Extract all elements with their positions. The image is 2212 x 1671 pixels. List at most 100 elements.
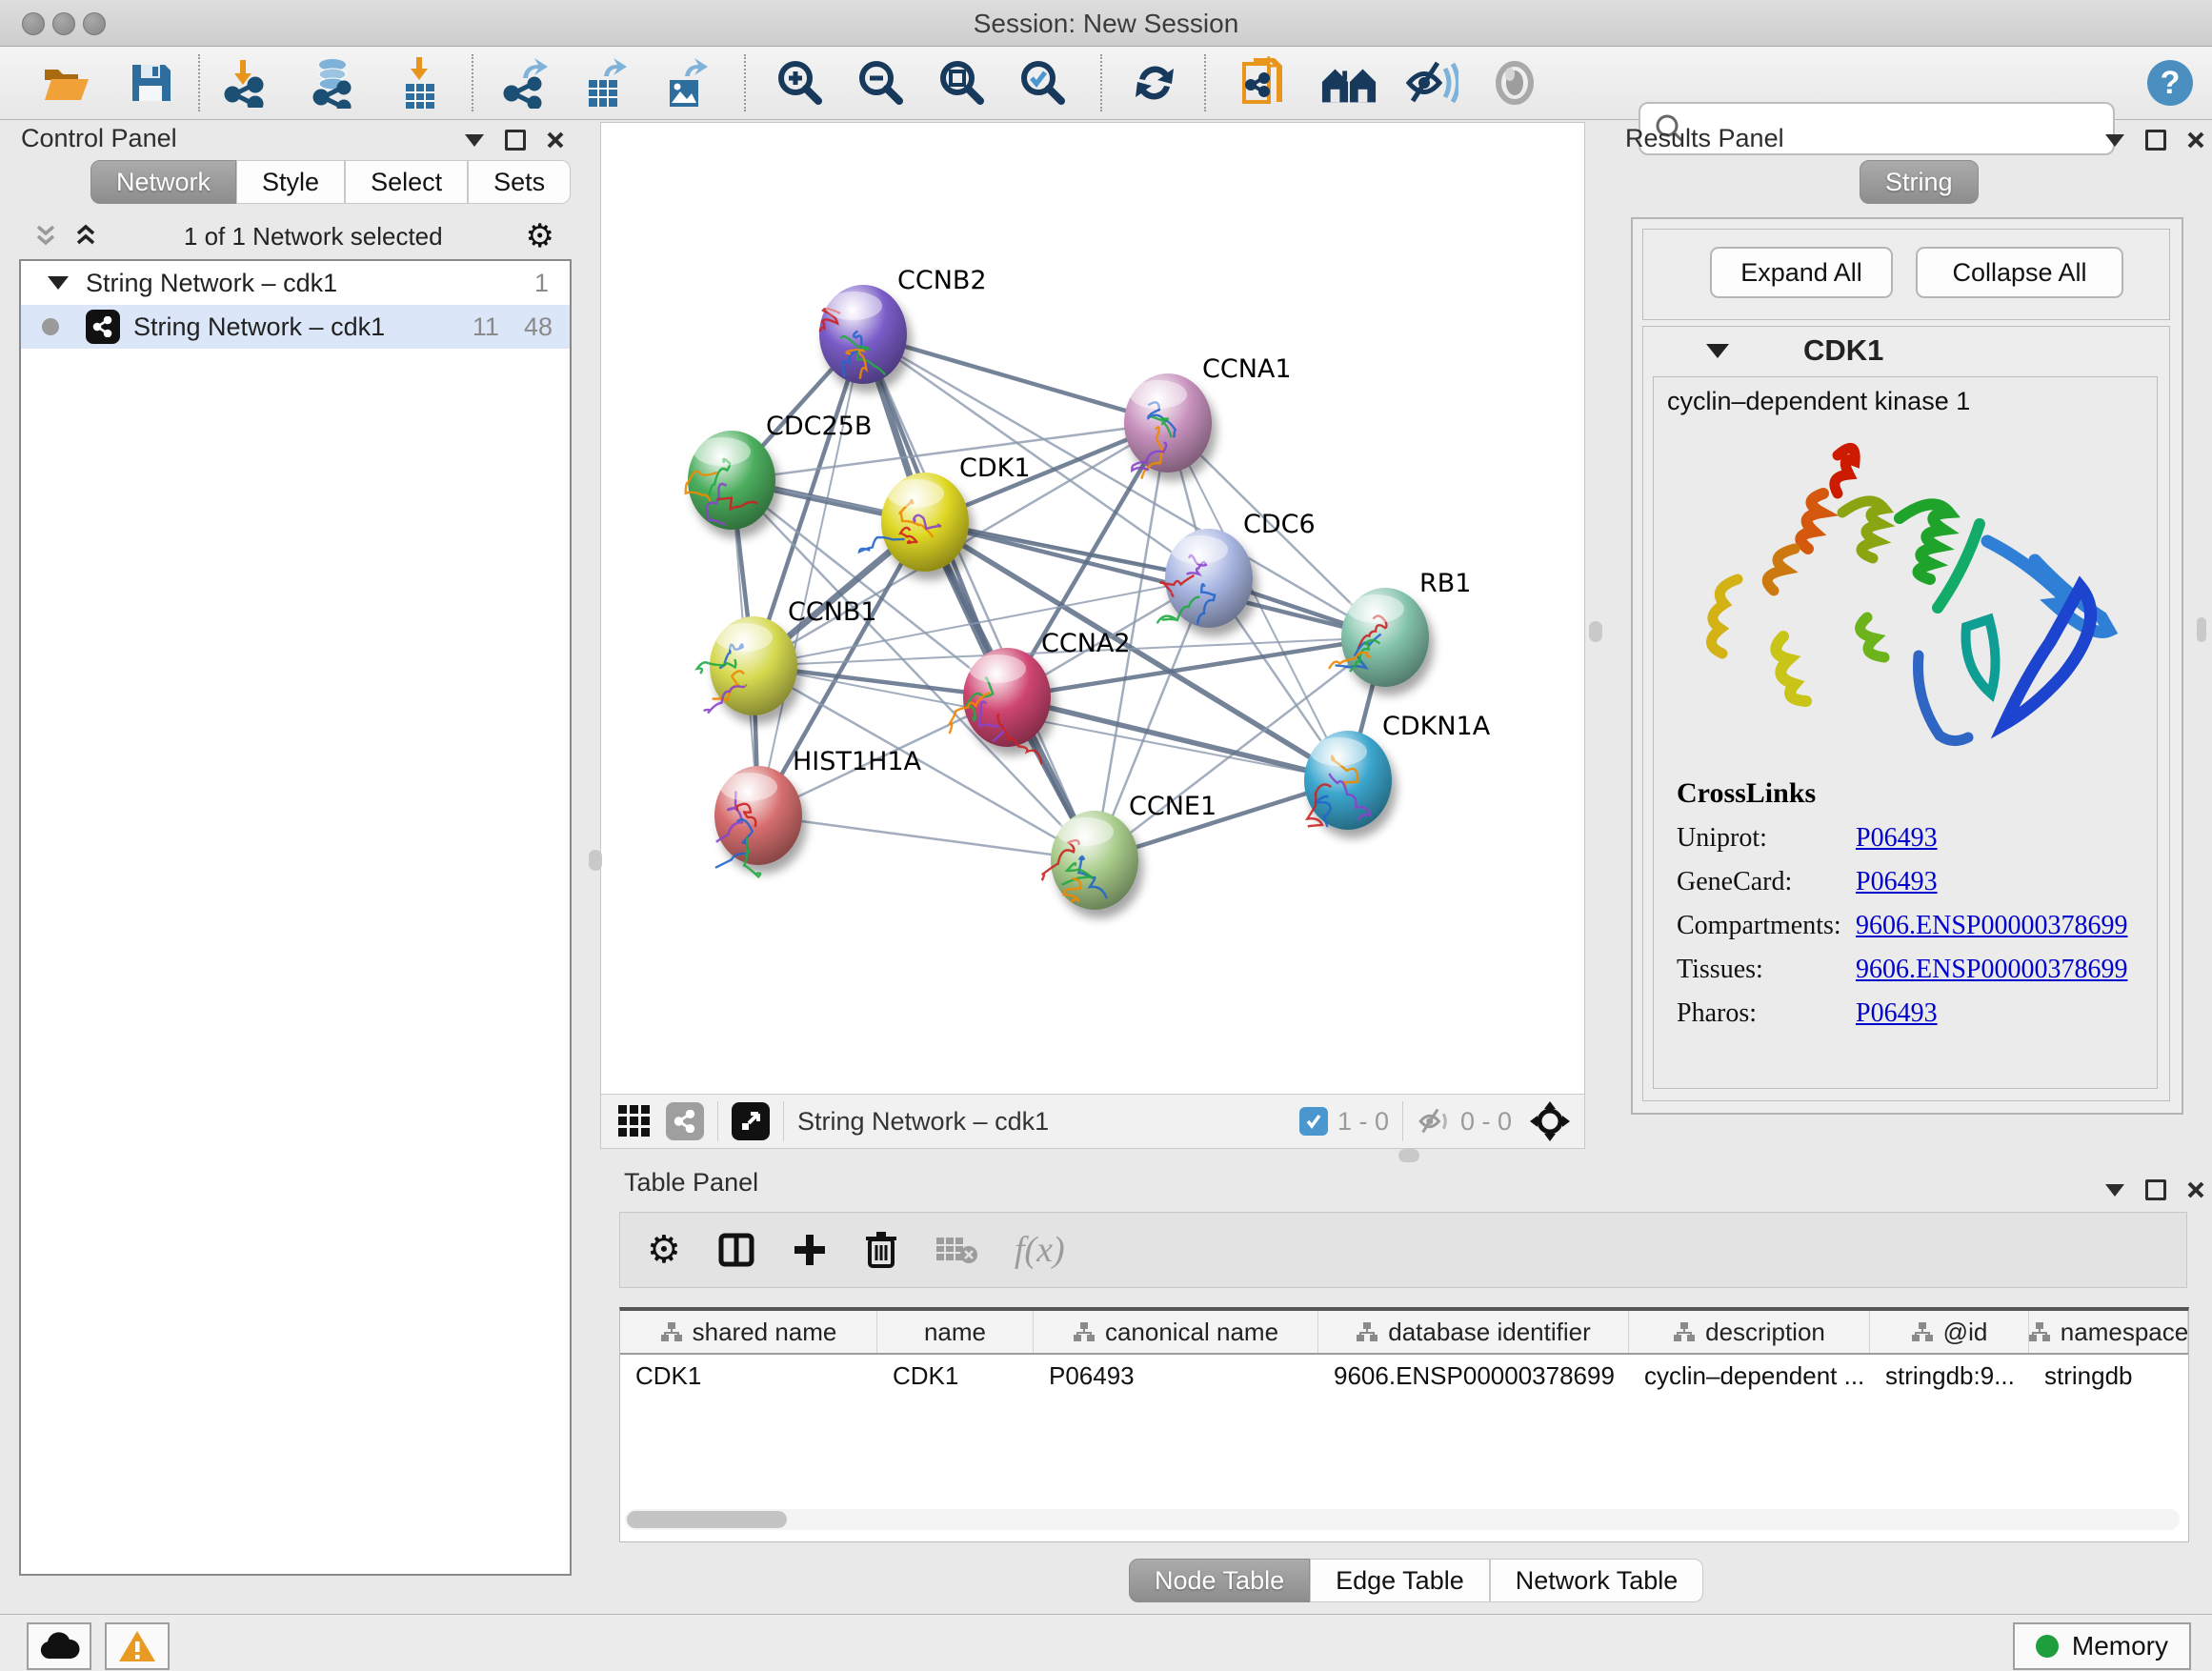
clone-network-button[interactable] <box>1235 56 1292 110</box>
save-session-button[interactable] <box>122 56 179 110</box>
gray-eye-button[interactable] <box>1486 56 1543 110</box>
export-image-button[interactable] <box>659 56 716 110</box>
birdseye-icon[interactable] <box>1529 1100 1571 1142</box>
expand-all-button[interactable]: Expand All <box>1710 247 1893 298</box>
node-CCNA1[interactable]: CCNA1 <box>1124 354 1292 479</box>
section-expander-icon[interactable] <box>1706 344 1729 358</box>
tab-sets[interactable]: Sets <box>468 160 571 204</box>
tab-style[interactable]: Style <box>236 160 345 204</box>
zoom-out-button[interactable] <box>853 56 910 110</box>
string-results-box: Expand All Collapse All CDK1 cyclin–depe… <box>1631 217 2183 1115</box>
left-splitter-handle[interactable] <box>589 850 602 871</box>
table-options-gear-icon[interactable]: ⚙ <box>647 1228 681 1272</box>
network-collection-row[interactable]: String Network – cdk1 1 <box>21 261 570 305</box>
open-session-button[interactable] <box>38 56 95 110</box>
table-cell[interactable]: CDK1 <box>620 1355 877 1397</box>
import-network-from-file-button[interactable] <box>217 56 274 110</box>
help-button[interactable]: ? <box>2142 56 2199 110</box>
table-cell[interactable]: P06493 <box>1034 1355 1318 1397</box>
network-options-gear-icon[interactable]: ⚙ <box>526 217 554 255</box>
node-CDC25B[interactable]: CDC25B <box>686 412 873 530</box>
float-panel-icon[interactable] <box>2145 1179 2166 1200</box>
network-row-selected[interactable]: String Network – cdk1 11 48 <box>21 305 570 349</box>
home-button[interactable] <box>1320 56 1377 110</box>
column-header-namespace[interactable]: namespace <box>2029 1311 2188 1353</box>
dock-menu-icon[interactable] <box>465 134 484 147</box>
edge-HIST1H1A-CCNE1[interactable] <box>758 815 1095 860</box>
crosslink-link[interactable]: P06493 <box>1856 998 1938 1029</box>
node-CDC6[interactable]: CDC6 <box>1157 510 1316 628</box>
export-network-button[interactable] <box>497 56 554 110</box>
float-panel-icon[interactable] <box>505 130 526 151</box>
node-HIST1H1A[interactable]: HIST1H1A <box>714 747 922 876</box>
tab-select[interactable]: Select <box>345 160 468 204</box>
tab-node-table[interactable]: Node Table <box>1129 1559 1310 1602</box>
collapse-all-button[interactable]: Collapse All <box>1916 247 2123 298</box>
collapse-all-icon[interactable] <box>32 224 61 249</box>
edge-CCNB2-HIST1H1A[interactable] <box>758 334 863 815</box>
refresh-button[interactable] <box>1126 56 1183 110</box>
table-row[interactable]: CDK1CDK1P064939606.ENSP00000378699cyclin… <box>620 1355 2188 1397</box>
expand-all-icon[interactable] <box>72 224 101 249</box>
tab-network-table[interactable]: Network Table <box>1490 1559 1704 1602</box>
zoom-fit-button[interactable] <box>934 56 991 110</box>
zoom-in-button[interactable] <box>772 56 829 110</box>
scrollbar-thumb[interactable] <box>627 1511 787 1528</box>
dock-menu-icon[interactable] <box>2105 1184 2124 1197</box>
node-result-header[interactable]: CDK1 <box>1643 327 2169 374</box>
tree-expander-icon[interactable] <box>48 276 69 290</box>
column-header-@id[interactable]: @id <box>1870 1311 2029 1353</box>
column-header-description[interactable]: description <box>1629 1311 1870 1353</box>
grid-view-icon[interactable] <box>616 1103 653 1139</box>
column-header-canonical-name[interactable]: canonical name <box>1034 1311 1318 1353</box>
node-RB1[interactable]: RB1 <box>1329 569 1471 687</box>
table-cell[interactable]: stringdb <box>2029 1355 2188 1397</box>
node-CCNB2[interactable]: CCNB2 <box>819 266 987 384</box>
delete-table-icon[interactable] <box>935 1234 978 1266</box>
crosslink-link[interactable]: 9606.ENSP00000378699 <box>1856 955 2127 985</box>
open-folder-icon <box>42 62 91 104</box>
cloud-status-button[interactable] <box>27 1622 91 1670</box>
import-network-from-database-button[interactable] <box>305 56 362 110</box>
table-cell[interactable]: stringdb:9... <box>1870 1355 2029 1397</box>
column-header-database-identifier[interactable]: database identifier <box>1318 1311 1629 1353</box>
memory-button[interactable]: Memory <box>2013 1622 2191 1670</box>
close-panel-icon[interactable] <box>547 131 564 149</box>
results-scrollbar-thumb[interactable] <box>2197 617 2206 642</box>
export-table-button[interactable] <box>578 56 635 110</box>
table-horizontal-scrollbar[interactable] <box>625 1509 2180 1530</box>
table-cell[interactable]: cyclin–dependent ... <box>1629 1355 1870 1397</box>
detach-view-icon[interactable] <box>732 1102 770 1140</box>
zoom-selected-button[interactable] <box>1015 56 1072 110</box>
import-table-from-file-button[interactable] <box>391 56 448 110</box>
tab-network[interactable]: Network <box>90 160 236 204</box>
right-splitter-handle[interactable] <box>1589 621 1602 642</box>
dock-menu-icon[interactable] <box>2105 134 2124 147</box>
table-cell[interactable]: CDK1 <box>877 1355 1034 1397</box>
column-header-shared-name[interactable]: shared name <box>620 1311 877 1353</box>
tab-edge-table[interactable]: Edge Table <box>1310 1559 1490 1602</box>
show-columns-icon[interactable] <box>717 1231 755 1269</box>
crosslink-link[interactable]: P06493 <box>1856 867 1938 897</box>
warnings-button[interactable] <box>105 1622 170 1670</box>
bottom-splitter-handle[interactable] <box>1398 1149 1419 1162</box>
crosslink-link[interactable]: P06493 <box>1856 823 1938 854</box>
table-cell[interactable]: 9606.ENSP00000378699 <box>1318 1355 1629 1397</box>
tab-string[interactable]: String <box>1860 160 1979 204</box>
edge-CCNA2-CDKN1A[interactable] <box>1007 697 1348 780</box>
delete-column-icon[interactable] <box>864 1230 898 1270</box>
crosslink-link[interactable]: 9606.ENSP00000378699 <box>1856 911 2127 941</box>
network-canvas[interactable]: CCNB2CCNA1CDC25BCDK1CDC6RB1CCNB1CCNA2CDK… <box>600 122 1585 1096</box>
close-panel-icon[interactable] <box>2187 1181 2204 1198</box>
function-builder-icon[interactable]: f(x) <box>1015 1229 1065 1271</box>
selected-checkbox-icon[interactable] <box>1299 1107 1328 1136</box>
edge-CCNB2-CCNE1[interactable] <box>863 334 1095 860</box>
create-column-icon[interactable] <box>792 1232 828 1268</box>
edge-CCNB2-CCNA1[interactable] <box>863 334 1168 423</box>
node-CDKN1A[interactable]: CDKN1A <box>1304 712 1491 830</box>
column-header-name[interactable]: name <box>877 1311 1034 1353</box>
hide-unselected-button[interactable] <box>1402 56 1459 110</box>
float-panel-icon[interactable] <box>2145 130 2166 151</box>
network-badge-icon[interactable] <box>666 1102 704 1140</box>
close-panel-icon[interactable] <box>2187 131 2204 149</box>
